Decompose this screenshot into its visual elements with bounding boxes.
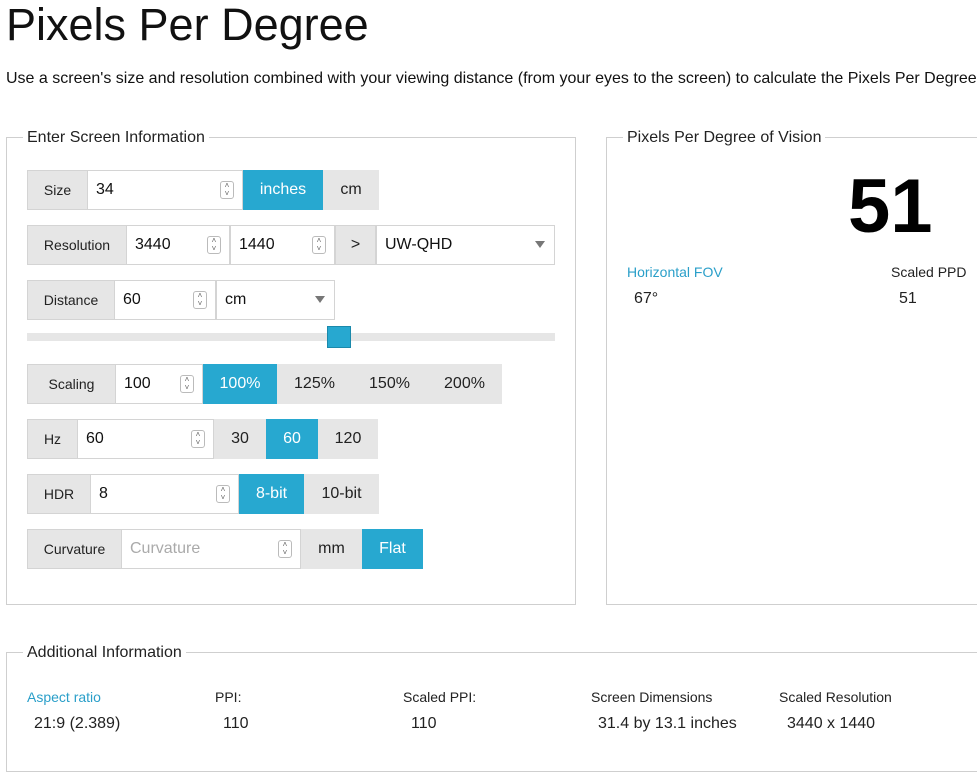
resolution-height-input[interactable]: 1440 ˄ ˅ bbox=[230, 225, 335, 265]
hdr-8bit-button[interactable]: 8-bit bbox=[239, 474, 304, 514]
resolution-width-input[interactable]: 3440 ˄ ˅ bbox=[126, 225, 230, 265]
ppi-label: PPI: bbox=[215, 689, 242, 705]
curvature-spinner-icon[interactable]: ˄ ˅ bbox=[278, 540, 292, 558]
hdr-value: 8 bbox=[99, 485, 108, 502]
aspect-ratio-label: Aspect ratio bbox=[27, 689, 101, 705]
screen-dimensions-label: Screen Dimensions bbox=[591, 689, 713, 705]
resolution-width-value: 3440 bbox=[135, 236, 171, 253]
hz-label: Hz bbox=[27, 419, 78, 459]
chevron-down-icon bbox=[315, 296, 325, 303]
ppd-value: 51 bbox=[848, 164, 933, 249]
distance-spinner-icon[interactable]: ˄ ˅ bbox=[193, 291, 207, 309]
scaled-ppi-value: 110 bbox=[411, 715, 437, 732]
ppd-result-legend: Pixels Per Degree of Vision bbox=[623, 128, 826, 148]
hz-60-button[interactable]: 60 bbox=[266, 419, 318, 459]
horizontal-fov-label: Horizontal FOV bbox=[627, 264, 723, 280]
distance-input[interactable]: 60 ˄ ˅ bbox=[114, 280, 216, 320]
scaled-ppi-label: Scaled PPI: bbox=[403, 689, 477, 705]
resolution-preset-select[interactable]: UW-QHD bbox=[376, 225, 555, 265]
distance-label: Distance bbox=[27, 280, 115, 320]
hz-value: 60 bbox=[86, 430, 104, 447]
scaling-100-button[interactable]: 100% bbox=[203, 364, 277, 404]
curvature-label: Curvature bbox=[27, 529, 122, 569]
size-unit-inches-button[interactable]: inches bbox=[243, 170, 323, 210]
resolution-arrow-button[interactable]: > bbox=[335, 225, 376, 265]
additional-info-panel: Additional Information bbox=[6, 643, 977, 772]
hdr-spinner-icon[interactable]: ˄ ˅ bbox=[216, 485, 230, 503]
curvature-input[interactable]: Curvature ˄ ˅ bbox=[121, 529, 301, 569]
scaling-125-button[interactable]: 125% bbox=[277, 364, 352, 404]
curvature-mm-button[interactable]: mm bbox=[301, 529, 362, 569]
distance-slider-track[interactable] bbox=[27, 333, 555, 341]
scaling-200-button[interactable]: 200% bbox=[427, 364, 502, 404]
ppi-value: 110 bbox=[223, 715, 249, 732]
intro-text: Use a screen's size and resolution combi… bbox=[6, 70, 977, 87]
additional-info-legend: Additional Information bbox=[23, 643, 186, 663]
curvature-flat-button[interactable]: Flat bbox=[362, 529, 423, 569]
distance-unit-value: cm bbox=[225, 291, 247, 308]
resolution-height-spinner-icon[interactable]: ˄ ˅ bbox=[312, 236, 326, 254]
hdr-input[interactable]: 8 ˄ ˅ bbox=[90, 474, 239, 514]
scaled-resolution-label: Scaled Resolution bbox=[779, 689, 892, 705]
screen-dimensions-value: 31.4 by 13.1 inches bbox=[598, 715, 737, 732]
screen-info-legend: Enter Screen Information bbox=[23, 128, 209, 148]
distance-unit-select[interactable]: cm bbox=[216, 280, 335, 320]
scaling-spinner-icon[interactable]: ˄ ˅ bbox=[180, 375, 194, 393]
hz-spinner-icon[interactable]: ˄ ˅ bbox=[191, 430, 205, 448]
scaled-ppd-label: Scaled PPD bbox=[891, 264, 967, 280]
resolution-width-spinner-icon[interactable]: ˄ ˅ bbox=[207, 236, 221, 254]
hdr-label: HDR bbox=[27, 474, 91, 514]
aspect-ratio-value: 21:9 (2.389) bbox=[34, 715, 121, 732]
hz-input[interactable]: 60 ˄ ˅ bbox=[77, 419, 214, 459]
distance-slider-thumb[interactable] bbox=[327, 326, 351, 348]
hdr-10bit-button[interactable]: 10-bit bbox=[304, 474, 379, 514]
scaling-input[interactable]: 100 ˄ ˅ bbox=[115, 364, 203, 404]
distance-value: 60 bbox=[123, 291, 141, 308]
scaled-resolution-value: 3440 x 1440 bbox=[787, 715, 876, 732]
resolution-preset-value: UW-QHD bbox=[385, 236, 453, 253]
curvature-placeholder: Curvature bbox=[130, 540, 201, 557]
scaling-value: 100 bbox=[124, 375, 151, 392]
size-label: Size bbox=[27, 170, 88, 210]
size-value: 34 bbox=[96, 181, 114, 198]
horizontal-fov-value: 67° bbox=[634, 290, 659, 307]
scaled-ppd-value: 51 bbox=[899, 290, 917, 307]
scaling-label: Scaling bbox=[27, 364, 116, 404]
size-unit-cm-button[interactable]: cm bbox=[323, 170, 379, 210]
hz-120-button[interactable]: 120 bbox=[318, 419, 378, 459]
resolution-label: Resolution bbox=[27, 225, 127, 265]
hz-30-button[interactable]: 30 bbox=[214, 419, 266, 459]
scaling-150-button[interactable]: 150% bbox=[352, 364, 427, 404]
page-title: Pixels Per Degree bbox=[6, 0, 369, 50]
size-spinner-icon[interactable]: ˄ ˅ bbox=[220, 181, 234, 199]
chevron-down-icon bbox=[535, 241, 545, 248]
size-input[interactable]: 34 ˄ ˅ bbox=[87, 170, 243, 210]
resolution-height-value: 1440 bbox=[239, 236, 275, 253]
